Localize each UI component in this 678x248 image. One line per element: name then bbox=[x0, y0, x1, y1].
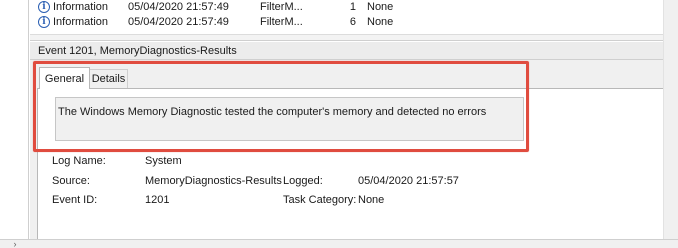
highlight-box bbox=[33, 61, 529, 152]
task-category-label: Task Category: bbox=[283, 194, 357, 206]
navigation-tree-pane[interactable] bbox=[0, 0, 29, 248]
source-value: MemoryDiagnostics-Results bbox=[145, 175, 282, 187]
pane-splitter[interactable] bbox=[30, 34, 663, 41]
event-level: Information bbox=[53, 16, 109, 28]
source-label: Source: bbox=[52, 175, 90, 187]
event-task-category: None bbox=[367, 16, 394, 28]
event-source: FilterM... bbox=[260, 16, 303, 28]
log-name-label: Log Name: bbox=[52, 155, 106, 167]
event-detail-title-text: Event 1201, MemoryDiagnostics-Results bbox=[38, 44, 237, 57]
vertical-scrollbar[interactable] bbox=[663, 0, 678, 248]
chevron-right-icon[interactable]: › bbox=[8, 239, 22, 248]
event-row[interactable]: i Information 05/04/2020 21:57:49 Filter… bbox=[30, 14, 663, 30]
event-level: Information bbox=[53, 1, 109, 13]
event-id: 1 bbox=[349, 1, 356, 13]
event-id-label: Event ID: bbox=[52, 194, 98, 206]
information-icon: i bbox=[38, 16, 50, 28]
event-source: FilterM... bbox=[260, 1, 303, 13]
horizontal-scrollbar[interactable] bbox=[0, 239, 678, 248]
event-date: 05/04/2020 21:57:49 bbox=[128, 1, 229, 13]
log-name-value: System bbox=[145, 155, 182, 167]
task-category-value: None bbox=[358, 194, 385, 206]
event-id-value: 1201 bbox=[145, 194, 170, 206]
event-task-category: None bbox=[367, 1, 394, 13]
logged-label: Logged: bbox=[283, 175, 323, 187]
event-row[interactable]: i Information 05/04/2020 21:57:49 Filter… bbox=[30, 0, 663, 15]
information-icon: i bbox=[38, 1, 50, 13]
event-detail-title: Event 1201, MemoryDiagnostics-Results bbox=[30, 42, 663, 60]
event-date: 05/04/2020 21:57:49 bbox=[128, 16, 229, 28]
logged-value: 05/04/2020 21:57:57 bbox=[358, 175, 459, 187]
event-id: 6 bbox=[349, 16, 356, 28]
event-list: i Information 05/04/2020 21:57:49 Filter… bbox=[30, 0, 663, 34]
